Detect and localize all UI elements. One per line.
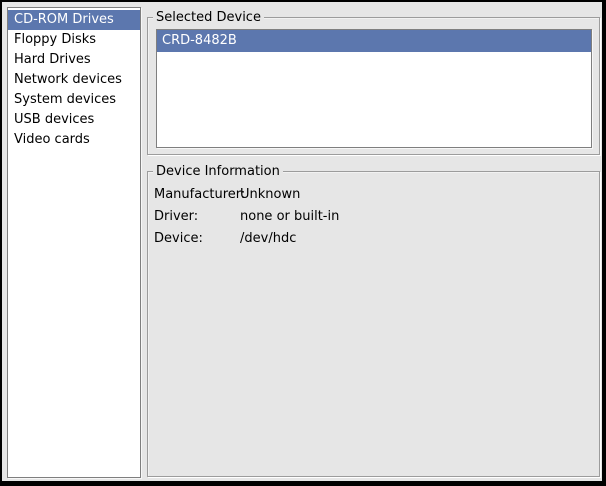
device-list-item-crd-8482b[interactable]: CRD-8482B xyxy=(157,30,591,52)
sidebar-item-system-devices[interactable]: System devices xyxy=(8,90,140,110)
device-label: Device: xyxy=(154,231,240,247)
device-information-frame-title: Device Information xyxy=(153,164,283,179)
device-information-fields: Manufacturer: Unknown Driver: none or bu… xyxy=(154,184,593,250)
sidebar-item-cdrom-drives[interactable]: CD-ROM Drives xyxy=(8,10,140,30)
sidebar-item-floppy-disks[interactable]: Floppy Disks xyxy=(8,30,140,50)
category-list: CD-ROM Drives Floppy Disks Hard Drives N… xyxy=(7,7,141,478)
sidebar-item-video-cards[interactable]: Video cards xyxy=(8,130,140,150)
sidebar-item-hard-drives[interactable]: Hard Drives xyxy=(8,50,140,70)
device-information-frame: Device Information Manufacturer: Unknown… xyxy=(147,171,600,477)
hardware-browser-window: CD-ROM Drives Floppy Disks Hard Drives N… xyxy=(0,0,606,486)
driver-label: Driver: xyxy=(154,209,240,225)
manufacturer-label: Manufacturer: xyxy=(154,187,240,203)
selected-device-frame: Selected Device CRD-8482B xyxy=(147,17,600,155)
device-value: /dev/hdc xyxy=(240,231,593,247)
selected-device-frame-title: Selected Device xyxy=(153,10,264,25)
sidebar-item-usb-devices[interactable]: USB devices xyxy=(8,110,140,130)
sidebar-item-network-devices[interactable]: Network devices xyxy=(8,70,140,90)
device-list: CRD-8482B xyxy=(156,29,592,148)
manufacturer-value: Unknown xyxy=(240,187,593,203)
driver-value: none or built-in xyxy=(240,209,593,225)
